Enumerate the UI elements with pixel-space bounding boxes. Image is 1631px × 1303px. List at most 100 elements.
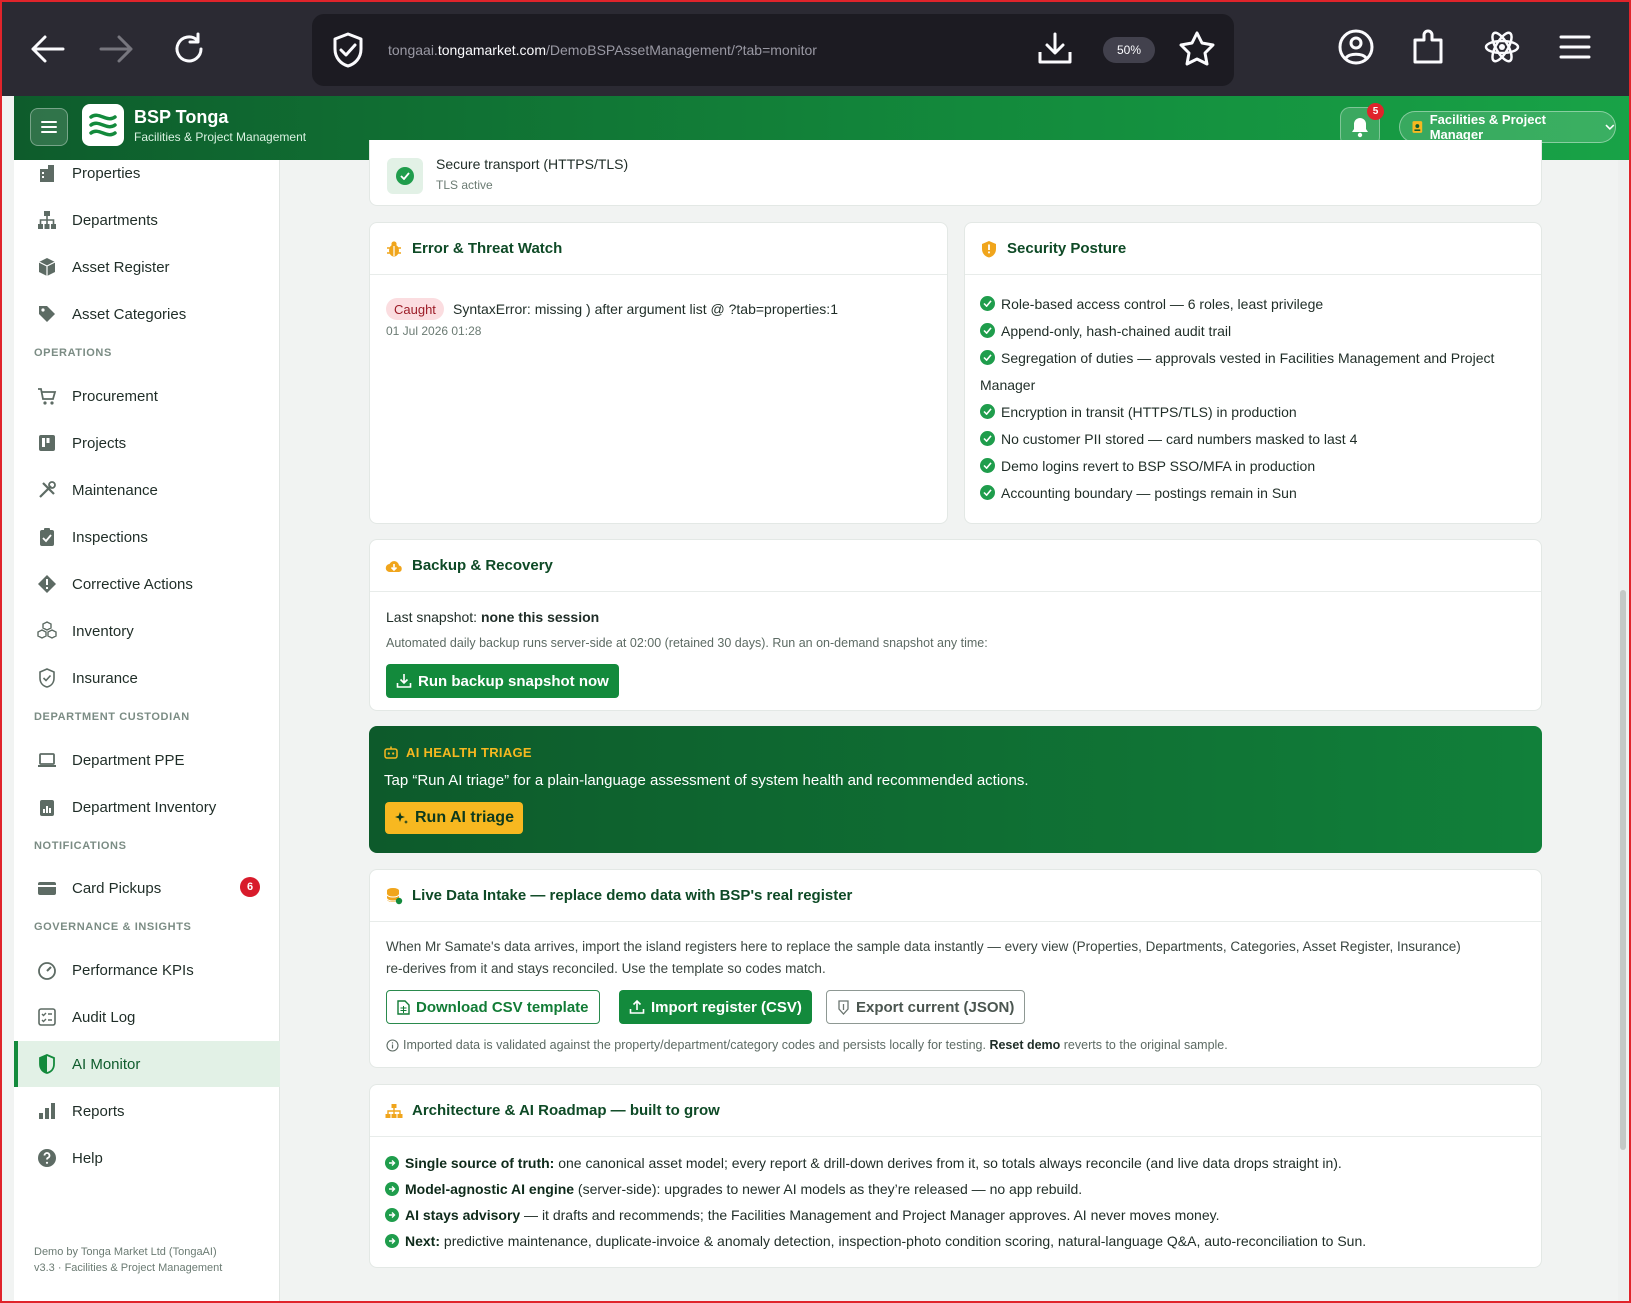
backup-description: Automated daily backup runs server-side …	[386, 636, 988, 650]
download-icon	[396, 674, 412, 688]
role-selector[interactable]: Facilities & Project Manager	[1399, 111, 1616, 143]
card-pickups-count-badge: 6	[240, 877, 260, 897]
notification-count-badge: 5	[1367, 103, 1384, 120]
sparkles-icon	[395, 811, 408, 824]
download-template-button[interactable]: Download CSV template	[386, 990, 600, 1024]
roadmap-card: Architecture & AI Roadmap — built to gro…	[369, 1084, 1542, 1268]
sidebar-item-performance-kpis[interactable]: Performance KPIs	[14, 947, 280, 993]
browser-toolbar: tongaai.tongamarket.com/DemoBSPAssetMana…	[0, 0, 1631, 96]
section-department-custodian: DEPARTMENT CUSTODIAN	[34, 711, 190, 723]
footer-credit: Demo by Tonga Market Ltd (TongaAI)	[34, 1246, 217, 1258]
download-icon[interactable]	[1036, 30, 1074, 73]
bookmark-star-icon[interactable]	[1178, 30, 1216, 73]
error-watch-header: Error & Threat Watch	[370, 223, 947, 275]
transport-status: TLS active	[436, 178, 493, 192]
url-text[interactable]: tongaai.tongamarket.com/DemoBSPAssetMana…	[388, 42, 817, 58]
id-badge-icon	[1412, 121, 1423, 133]
brand-title: BSP Tonga	[134, 107, 229, 127]
bar-chart-icon	[36, 1100, 58, 1122]
arrow-right-circle-icon	[385, 1234, 399, 1248]
error-message: SyntaxError: missing ) after argument li…	[453, 301, 838, 317]
sidebar-item-audit-log[interactable]: Audit Log	[14, 994, 280, 1040]
security-item: Append-only, hash-chained audit trail	[980, 323, 1231, 339]
account-icon[interactable]	[1337, 28, 1375, 71]
card-icon	[36, 877, 58, 899]
upload-icon	[629, 999, 645, 1014]
file-export-icon	[838, 999, 849, 1015]
cart-icon	[36, 385, 58, 407]
sidebar-item-maintenance[interactable]: Maintenance	[14, 467, 280, 513]
diamond-alert-icon	[36, 573, 58, 595]
sidebar-item-department-ppe[interactable]: Department PPE	[14, 737, 280, 783]
security-item: Accounting boundary — postings remain in…	[980, 485, 1297, 501]
ai-triage-title: AI HEALTH TRIAGE	[384, 745, 532, 760]
scrollbar-thumb[interactable]	[1620, 590, 1626, 1150]
intake-line2: re-derives from it and stays reconciled.…	[386, 961, 826, 976]
section-operations: OPERATIONS	[34, 347, 112, 359]
tag-icon	[36, 303, 58, 325]
last-snapshot: Last snapshot: none this session	[386, 609, 600, 625]
tracking-shield-icon[interactable]	[330, 31, 366, 74]
react-devtools-icon[interactable]	[1483, 28, 1521, 71]
sidebar-item-corrective-actions[interactable]: Corrective Actions	[14, 561, 280, 607]
sidebar-item-inventory[interactable]: Inventory	[14, 608, 280, 654]
check-circle-icon	[387, 158, 423, 194]
check-icon	[980, 350, 995, 365]
back-button[interactable]	[24, 26, 70, 72]
security-item: No customer PII stored — card numbers ma…	[980, 431, 1357, 447]
sidebar-item-insurance[interactable]: Insurance	[14, 655, 280, 701]
run-backup-button[interactable]: Run backup snapshot now	[386, 664, 619, 698]
bug-icon	[387, 240, 401, 256]
sidebar-item-department-inventory[interactable]: Department Inventory	[14, 784, 280, 830]
security-item: Segregation of duties — approvals vested…	[980, 350, 1494, 366]
ai-triage-description: Tap “Run AI triage” for a plain-language…	[384, 772, 1029, 789]
run-ai-triage-button[interactable]: Run AI triage	[385, 802, 523, 834]
sidebar-item-reports[interactable]: Reports	[14, 1088, 280, 1134]
role-label: Facilities & Project Manager	[1429, 112, 1547, 142]
security-item: Role-based access control — 6 roles, lea…	[980, 296, 1323, 312]
sidebar-item-card-pickups[interactable]: Card Pickups 6	[14, 865, 280, 911]
extensions-icon[interactable]	[1411, 28, 1445, 71]
page-scrollbar[interactable]	[1618, 160, 1628, 1303]
section-governance: GOVERNANCE & INSIGHTS	[34, 921, 192, 933]
speedometer-icon	[36, 959, 58, 981]
roadmap-title: Architecture & AI Roadmap — built to gro…	[412, 1102, 720, 1119]
reload-button[interactable]	[166, 26, 212, 72]
info-icon	[386, 1038, 399, 1052]
sidebar-item-ai-monitor[interactable]: AI Monitor	[14, 1041, 280, 1087]
security-posture-title: Security Posture	[1007, 240, 1127, 257]
sidebar-item-help[interactable]: Help	[14, 1135, 280, 1181]
export-json-button[interactable]: Export current (JSON)	[826, 990, 1026, 1024]
hamburger-menu-button[interactable]	[30, 108, 68, 146]
sidebar-item-properties[interactable]: Properties	[14, 150, 280, 196]
boxes-icon	[36, 620, 58, 642]
import-register-button[interactable]: Import register (CSV)	[619, 990, 812, 1024]
backup-card: Backup & Recovery Last snapshot: none th…	[369, 539, 1542, 711]
sidebar-item-projects[interactable]: Projects	[14, 420, 280, 466]
shield-alert-icon	[982, 240, 996, 257]
sidebar-item-inspections[interactable]: Inspections	[14, 514, 280, 560]
roadmap-item: Next: predictive maintenance, duplicate-…	[385, 1233, 1366, 1249]
org-chart-icon	[36, 209, 58, 231]
chevron-down-icon	[1605, 124, 1615, 131]
roadmap-item: Model-agnostic AI engine (server-side): …	[385, 1181, 1082, 1197]
zoom-level[interactable]: 50%	[1103, 37, 1155, 63]
checklist-icon	[36, 1006, 58, 1028]
sidebar-item-asset-categories[interactable]: Asset Categories	[14, 291, 280, 337]
box-icon	[36, 256, 58, 278]
error-watch-card: Error & Threat Watch Caught SyntaxError:…	[369, 222, 948, 524]
sidebar-item-departments[interactable]: Departments	[14, 197, 280, 243]
sidebar-item-procurement[interactable]: Procurement	[14, 373, 280, 419]
address-bar[interactable]: tongaai.tongamarket.com/DemoBSPAssetMana…	[312, 14, 1234, 86]
transport-title: Secure transport (HTTPS/TLS)	[436, 156, 629, 172]
check-icon	[980, 485, 995, 500]
shield-check-icon	[36, 667, 58, 689]
sidebar-item-asset-register[interactable]: Asset Register	[14, 244, 280, 290]
app-menu-icon[interactable]	[1557, 28, 1593, 71]
data-intake-header: Live Data Intake — replace demo data wit…	[370, 870, 1541, 922]
database-icon	[386, 887, 403, 904]
error-timestamp: 01 Jul 2026 01:28	[386, 324, 482, 338]
forward-button[interactable]	[94, 26, 140, 72]
intake-note: Imported data is validated against the p…	[386, 1038, 1228, 1052]
clipboard-data-icon	[36, 796, 58, 818]
